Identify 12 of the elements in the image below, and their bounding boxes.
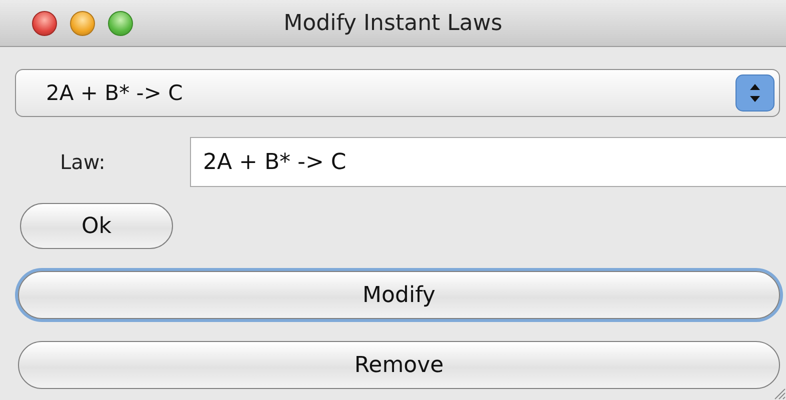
stepper-icon <box>735 74 775 112</box>
ok-button[interactable]: Ok <box>20 203 173 249</box>
action-button[interactable]: Remove <box>18 341 780 389</box>
resize-grip-icon[interactable] <box>772 386 786 400</box>
law-label: Law: <box>59 150 106 174</box>
minimize-icon[interactable] <box>70 10 95 36</box>
close-icon[interactable] <box>32 10 57 36</box>
action-button[interactable]: Modify <box>18 271 780 319</box>
window-title: Modify Instant Laws <box>284 10 502 36</box>
zoom-icon[interactable] <box>108 10 133 36</box>
law-field[interactable]: 2A + B* -> C <box>190 137 786 187</box>
law-dropdown[interactable]: 2A + B* -> C <box>15 69 780 117</box>
